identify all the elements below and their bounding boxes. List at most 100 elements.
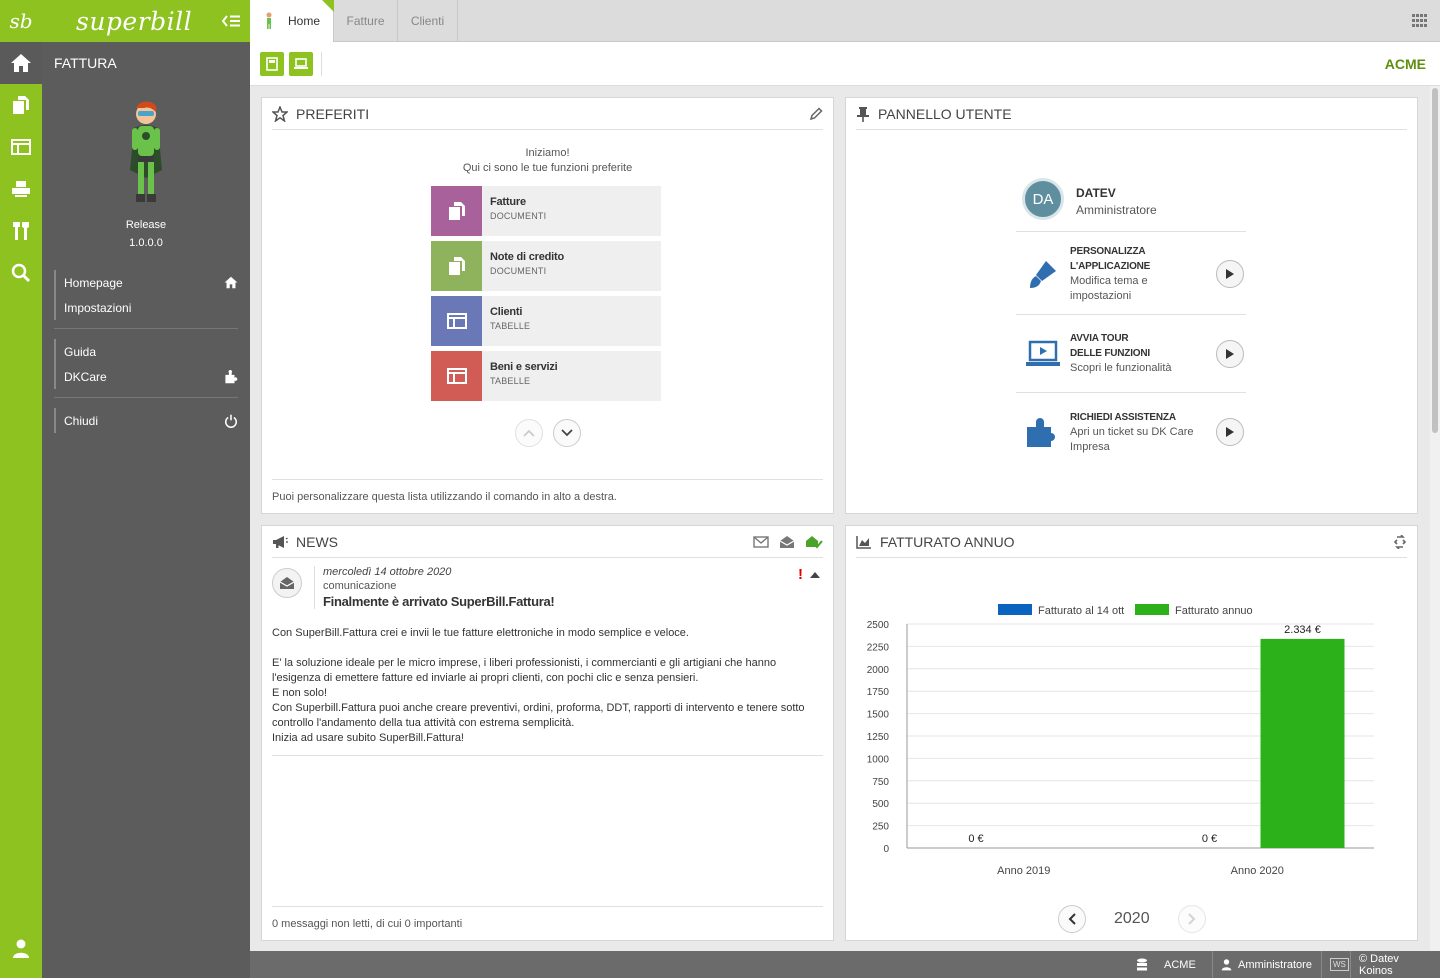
menu-item-label: Homepage — [64, 275, 123, 290]
menu-item-dkcare[interactable]: DKCare — [54, 364, 238, 389]
pannello-utente-panel: PANNELLO UTENTE DA DATEV Amministratore … — [845, 97, 1418, 514]
menu-group-main: Homepage Impostazioni — [54, 270, 238, 329]
menu-item-guida[interactable]: Guida — [54, 339, 238, 364]
page-scrollbar[interactable] — [1430, 86, 1440, 951]
favorite-title: Clienti — [490, 306, 523, 318]
fatturato-chart: Fatturato al 14 ott Fatturato annuo 0 250 50… — [867, 604, 1374, 877]
monitor-button[interactable] — [289, 52, 313, 76]
calculator-button[interactable] — [260, 52, 284, 76]
tab-clienti[interactable]: Clienti — [398, 0, 458, 42]
message-body: Con SuperBill.Fattura crei e invii le tu… — [272, 626, 823, 756]
data-label: 0 € — [968, 833, 983, 845]
icon-rail: sb — [0, 0, 42, 978]
data-label: 0 € — [1202, 833, 1217, 845]
monitor-icon — [294, 58, 308, 69]
message-envelope — [272, 568, 302, 598]
avatar: DA — [1022, 178, 1064, 220]
rail-print[interactable] — [0, 168, 42, 210]
y-tick-label: 250 — [872, 822, 889, 833]
panel-header: PREFERITI — [272, 98, 823, 130]
footer-company[interactable]: ACME — [1128, 951, 1204, 978]
status-bar: ACME Amministratore WS © Datev Koinos — [250, 951, 1440, 978]
refresh-icon[interactable] — [1393, 534, 1407, 549]
rail-home[interactable] — [0, 42, 42, 84]
mascot-image — [130, 101, 162, 202]
puzzle-icon — [225, 369, 238, 383]
copyright-label: © Datev Koinos — [1359, 952, 1399, 977]
menu-item-chiudi[interactable]: Chiudi — [54, 408, 238, 433]
action-desc: Impresa — [1070, 440, 1110, 453]
envelope-open-icon — [279, 577, 295, 589]
y-tick-label: 750 — [872, 777, 889, 788]
chevron-up-icon — [523, 429, 535, 437]
message-subject: Finalmente è arrivato SuperBill.Fattura! — [323, 594, 555, 609]
prev-year-button[interactable] — [1058, 905, 1086, 933]
menu-item-homepage[interactable]: Homepage — [54, 270, 238, 295]
home-icon — [224, 276, 238, 289]
app-title: FATTURA — [54, 55, 117, 71]
action-play-button[interactable] — [1216, 259, 1244, 288]
scroll-down-button[interactable] — [553, 419, 581, 447]
menu-item-label: Chiudi — [64, 413, 99, 428]
footer-user[interactable]: Amministratore — [1212, 951, 1320, 978]
action-play-button[interactable] — [1216, 418, 1244, 446]
body-paragraph: Con Superbill.Fattura puoi anche creare … — [272, 702, 805, 729]
favorite-beni-e-servizi[interactable]: Beni e servizi TABELLE — [431, 351, 661, 401]
mark-all-read-icon[interactable] — [805, 535, 823, 549]
edit-pencil-icon[interactable] — [809, 106, 823, 121]
tab-fatture[interactable]: Fatture — [334, 0, 398, 42]
megaphone-icon — [273, 535, 288, 548]
rail-user[interactable] — [0, 928, 42, 970]
action-desc: Scopri le funzionalità — [1070, 362, 1172, 374]
table-icon — [446, 313, 467, 329]
tab-home[interactable]: Home — [250, 0, 334, 42]
home-icon — [11, 54, 31, 72]
rail-tools[interactable] — [0, 210, 42, 252]
favorite-title: Note di credito — [490, 251, 565, 263]
scroll-up-button[interactable] — [515, 419, 543, 447]
toolbar-separator — [321, 52, 322, 76]
next-year-button[interactable] — [1177, 905, 1206, 933]
action-title: RICHIEDI ASSISTENZA — [1070, 411, 1176, 423]
brand-name: superbill — [76, 6, 193, 36]
rail-documents[interactable] — [0, 84, 42, 126]
rail-search[interactable] — [0, 252, 42, 294]
play-icon — [1226, 268, 1234, 279]
tab-label: Home — [288, 14, 321, 28]
favorite-note-di-credito[interactable]: Note di credito DOCUMENTI — [431, 241, 661, 291]
year-navigator: 2020 — [1058, 905, 1206, 933]
user-role: Amministratore — [1076, 203, 1157, 217]
action-tour[interactable]: AVVIA TOUR DELLE FUNZIONI Scopri le funz… — [1016, 315, 1246, 393]
rail-tables[interactable] — [0, 126, 42, 168]
envelope-open-icon[interactable] — [779, 535, 795, 549]
body-paragraph: Inizia ad usare subito SuperBill.Fattura… — [272, 732, 464, 744]
action-play-button[interactable] — [1216, 339, 1244, 368]
puzzle-icon — [1027, 418, 1055, 447]
action-title: PERSONALIZZA — [1070, 245, 1146, 257]
menu-item-label: Guida — [64, 344, 97, 359]
envelope-icon[interactable] — [753, 535, 769, 548]
body-paragraph: Con SuperBill.Fattura crei e invii le tu… — [272, 627, 689, 639]
fatturato-panel: FATTURATO ANNUO Fatturato al 14 ott Fattu… — [845, 525, 1418, 941]
action-assistenza[interactable]: RICHIEDI ASSISTENZA Apri un ticket su DK… — [1016, 394, 1246, 470]
favorite-clienti[interactable]: Clienti TABELLE — [431, 296, 661, 346]
user-card: DA DATEV Amministratore — [1016, 178, 1246, 232]
menu-item-impostazioni[interactable]: Impostazioni — [54, 295, 238, 320]
scrollbar-thumb[interactable] — [1432, 88, 1438, 433]
menu-group-help: Guida DKCare — [54, 339, 238, 398]
legend-label: Fatturato al 14 ott — [1038, 605, 1124, 617]
play-icon — [1226, 427, 1234, 437]
collapse-up-icon[interactable] — [809, 571, 821, 579]
menu-item-label: DKCare — [64, 369, 107, 384]
release-info: Release 1.0.0.0 — [42, 216, 250, 252]
power-icon — [224, 414, 238, 428]
selected-year: 2020 — [1114, 910, 1150, 927]
y-tick-label: 2000 — [867, 665, 890, 676]
collapse-menu-icon[interactable] — [222, 15, 240, 27]
favorite-fatture[interactable]: Fatture DOCUMENTI — [431, 186, 661, 236]
brush-icon — [1030, 260, 1056, 288]
brand-bar: superbill — [42, 0, 250, 42]
apps-grid-icon[interactable] — [1412, 14, 1428, 28]
data-label: 2.334 € — [1284, 624, 1321, 636]
action-personalizza[interactable]: PERSONALIZZA L'APPLICAZIONE Modifica tem… — [1016, 233, 1246, 315]
